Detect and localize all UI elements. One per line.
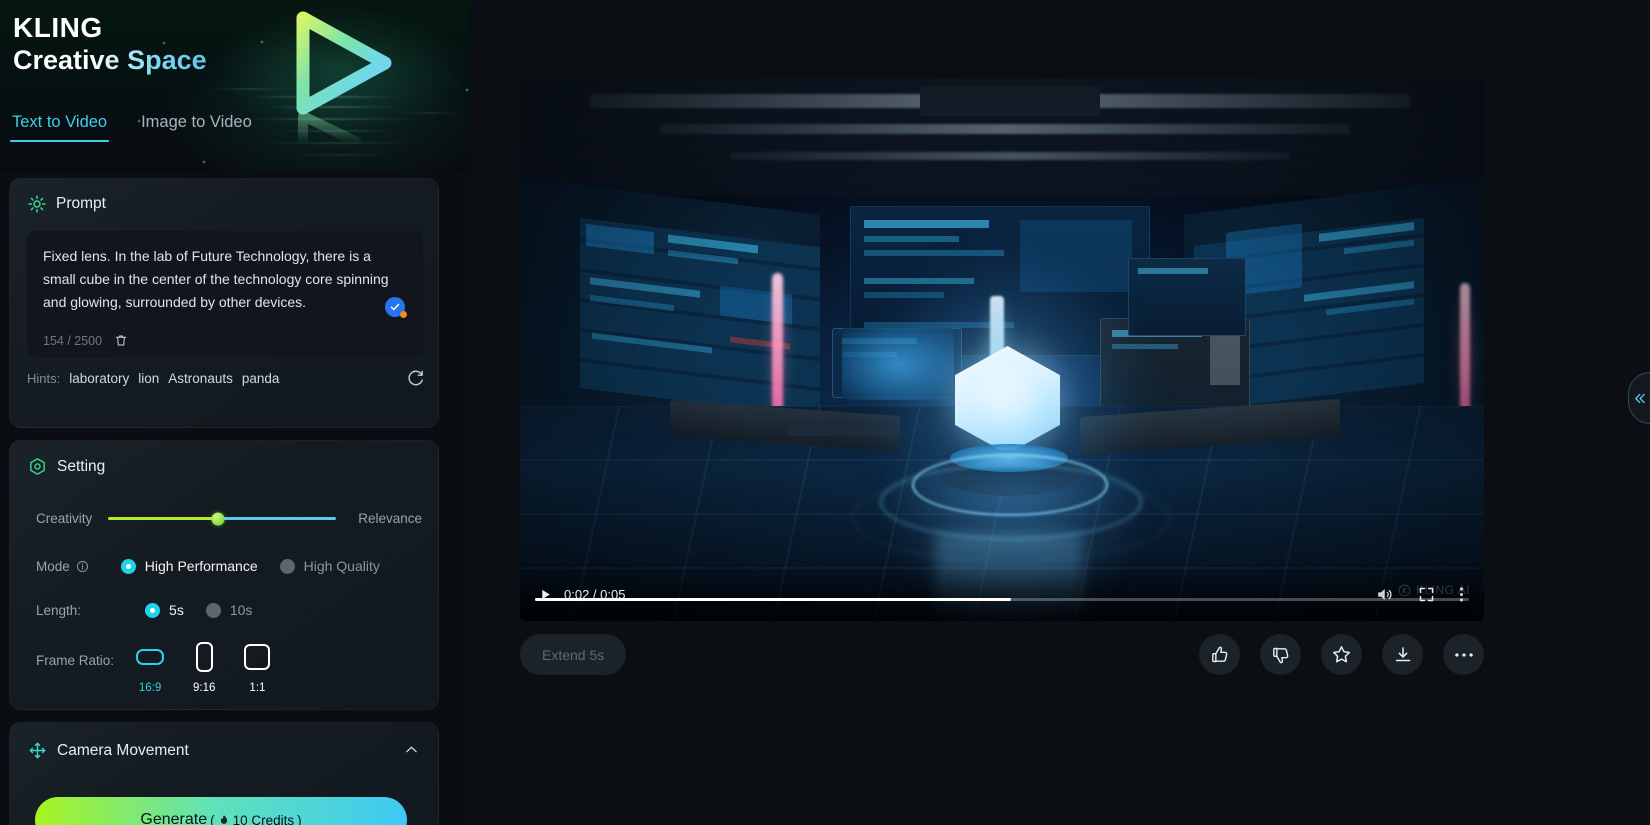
kling-play-logo <box>296 11 392 149</box>
mode-radio-high-performance[interactable] <box>120 558 136 574</box>
info-icon[interactable] <box>76 560 89 573</box>
frame-ratio-option-16-9[interactable]: 16:9 <box>136 641 165 694</box>
length-option-5s-label: 5s <box>169 602 184 618</box>
mode-option-high-quality-label: High Quality <box>303 558 380 574</box>
video-progress-bar[interactable] <box>535 598 1469 601</box>
star-icon <box>1332 646 1351 663</box>
length-option-10s[interactable]: 10s <box>205 602 253 618</box>
mode-label: Mode <box>36 558 70 574</box>
mode-row: Mode High Performance High Quality <box>36 558 380 574</box>
creativity-slider[interactable] <box>108 512 337 525</box>
setting-card: Setting Creativity Relevance Mode High P… <box>9 440 439 710</box>
mode-radio-high-quality[interactable] <box>279 558 295 574</box>
brand-line-kling: KLING <box>13 12 103 43</box>
mode-tabs: Text to Video Image to Video <box>10 113 254 142</box>
video-action-row: Extend 5s <box>520 634 1484 676</box>
download-button[interactable] <box>1382 634 1423 675</box>
refresh-icon[interactable] <box>406 369 425 388</box>
more-button[interactable] <box>1443 634 1484 675</box>
download-icon <box>1395 646 1410 661</box>
hint-chip-laboratory[interactable]: laboratory <box>69 371 129 386</box>
chevron-up-icon[interactable] <box>403 741 420 763</box>
setting-title: Setting <box>57 457 106 475</box>
video-player[interactable]: KLING AI 0:02 / 0:05 <box>520 78 1484 621</box>
credits-amount: 10 Credits <box>232 812 295 825</box>
relevance-label: Relevance <box>358 511 423 526</box>
tab-text-to-video[interactable]: Text to Video <box>10 113 110 142</box>
prompt-text-value: Fixed lens. In the lab of Future Technol… <box>43 248 393 310</box>
length-label: Length: <box>36 602 82 618</box>
frame-ratio-label-1-1: 1:1 <box>249 682 266 694</box>
hero-banner: KLING Creative Space <box>0 0 470 172</box>
extend-button[interactable]: Extend 5s <box>520 634 627 675</box>
video-action-buttons <box>1199 634 1484 675</box>
video-frame-scene: KLING AI <box>520 78 1484 621</box>
creativity-slider-knob[interactable] <box>211 512 225 525</box>
double-chevron-left-icon <box>1635 393 1645 403</box>
hint-chip-lion[interactable]: lion <box>138 371 159 386</box>
prompt-card: Prompt Fixed lens. In the lab of Future … <box>9 178 439 428</box>
creativity-label: Creativity <box>36 511 93 526</box>
frame-ratio-shape-9-16 <box>195 642 213 672</box>
brand-line-creative-space: Creative Space <box>13 44 207 78</box>
frame-ratio-row: Frame Ratio: 16:9 9:16 1:1 <box>36 641 271 694</box>
app-root: KLING Creative Space Text to Video Image… <box>0 0 1650 825</box>
frame-ratio-option-9-16[interactable]: 9:16 <box>193 641 215 694</box>
char-counter: 154 / 2500 <box>43 333 103 348</box>
tab-image-to-video[interactable]: Image to Video <box>139 113 254 142</box>
brand-title: KLING Creative Space <box>13 12 207 78</box>
prompt-footer: 154 / 2500 <box>43 333 128 348</box>
prompt-input[interactable]: Fixed lens. In the lab of Future Technol… <box>27 231 423 357</box>
frame-ratio-label: Frame Ratio: <box>36 653 115 668</box>
mode-option-high-quality[interactable]: High Quality <box>279 558 380 574</box>
camera-movement-header: Camera Movement <box>10 723 438 760</box>
setting-card-header: Setting <box>10 441 438 476</box>
hint-chip-astronauts[interactable]: Astronauts <box>168 371 233 386</box>
prompt-title: Prompt <box>56 195 106 212</box>
favorite-button[interactable] <box>1321 634 1362 675</box>
hints-label: Hints: <box>27 371 61 386</box>
check-badge-icon[interactable] <box>385 297 407 318</box>
left-control-panel: KLING Creative Space Text to Video Image… <box>0 0 470 825</box>
creativity-row: Creativity Relevance <box>36 511 426 526</box>
length-option-10s-label: 10s <box>229 602 253 618</box>
flame-icon <box>220 815 227 824</box>
length-radio-5s[interactable] <box>145 602 161 618</box>
length-radio-10s[interactable] <box>205 602 221 618</box>
hint-chip-panda[interactable]: panda <box>242 371 280 386</box>
hexagon-settings-icon <box>30 458 45 475</box>
thumbs-down-icon <box>1272 647 1288 663</box>
frame-ratio-shape-16-9 <box>136 649 165 665</box>
thumbs-up-icon <box>1211 646 1227 662</box>
frame-ratio-shape-1-1 <box>244 644 271 670</box>
like-button[interactable] <box>1199 634 1240 675</box>
generate-button[interactable]: Generate ( 10 Credits ) <box>35 797 407 825</box>
camera-movement-title: Camera Movement <box>57 741 189 759</box>
frame-ratio-label-16-9: 16:9 <box>138 682 162 694</box>
trash-icon[interactable] <box>114 333 128 348</box>
prompt-card-header: Prompt <box>10 179 438 213</box>
hints-row: Hints: laboratory lion Astronauts panda <box>27 369 425 388</box>
sun-icon <box>28 195 46 213</box>
length-option-5s[interactable]: 5s <box>145 602 184 618</box>
credits-paren-close: ) <box>297 812 302 825</box>
generate-credits: ( 10 Credits ) <box>210 813 302 825</box>
generate-button-label: Generate <box>140 811 208 825</box>
credits-paren-open: ( <box>210 812 215 825</box>
mode-option-high-performance-label: High Performance <box>144 558 258 574</box>
ellipsis-icon <box>1454 652 1473 657</box>
frame-ratio-label-9-16: 9:16 <box>193 682 216 694</box>
mode-option-high-performance[interactable]: High Performance <box>120 558 258 574</box>
panel-collapse-handle[interactable] <box>1628 372 1650 424</box>
camera-move-icon <box>29 742 46 759</box>
frame-ratio-option-1-1[interactable]: 1:1 <box>244 641 271 694</box>
video-controls-bar: 0:02 / 0:05 <box>520 567 1484 621</box>
dislike-button[interactable] <box>1260 634 1301 675</box>
length-row: Length: 5s 10s <box>36 602 252 618</box>
video-progress-fill <box>535 598 1012 601</box>
